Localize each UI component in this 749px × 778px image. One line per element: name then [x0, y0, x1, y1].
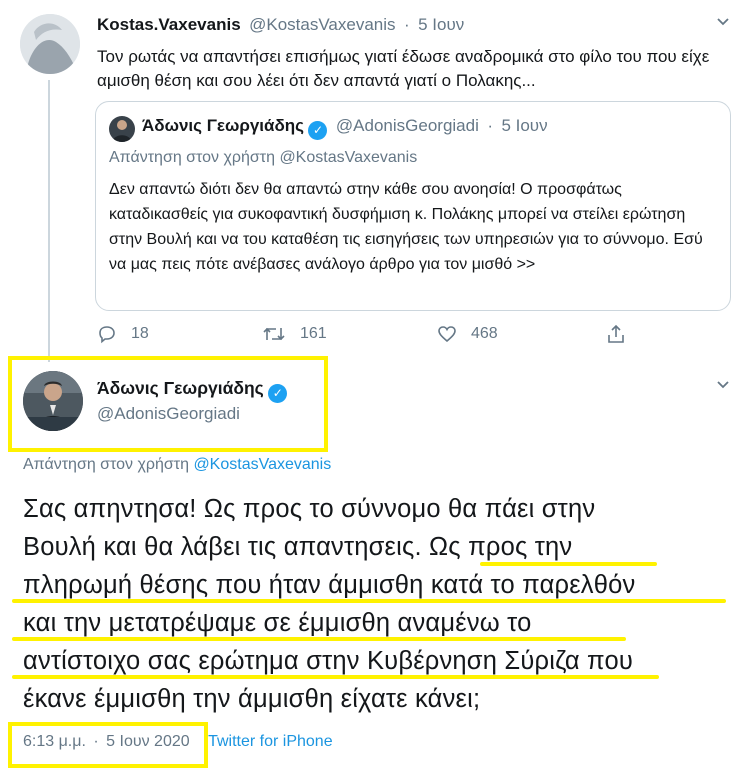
- tweet-text-line: και την μετατρέψαμε σε έμμισθη αναμένω τ…: [23, 609, 532, 637]
- tweet-header: Άδωνις Γεωργιάδης ✓: [97, 378, 288, 403]
- thread-connector: [48, 80, 50, 362]
- like-button[interactable]: 468: [437, 324, 498, 344]
- reply-context: Απάντηση στον χρήστη @KostasVaxevanis: [109, 149, 417, 167]
- tweet-date[interactable]: 5 Ιουν 2020: [106, 733, 189, 750]
- share-button[interactable]: [606, 324, 626, 344]
- chevron-down-icon[interactable]: [714, 12, 732, 35]
- avatar-image: [23, 371, 83, 431]
- author-handle[interactable]: @KostasVaxevanis: [249, 15, 395, 34]
- chevron-down-icon[interactable]: [714, 375, 732, 398]
- share-icon: [608, 324, 624, 343]
- tweet-text-line: αντίστοιχο σας ερώτημα στην Κυβέρνηση Σύ…: [23, 647, 634, 675]
- author-name: Άδωνις Γεωργιάδης: [142, 116, 305, 135]
- tweet-meta: 6:13 μ.μ. · 5 Ιουν 2020 Twitter for iPho…: [23, 733, 333, 751]
- tweet-text-line: Βουλή και θα λάβει τις απαντησεις. Ως πρ…: [23, 533, 573, 561]
- separator: ·: [487, 116, 493, 135]
- tweet-text-line: έκανε έμμισθη την άμμισθη είχατε κάνει;: [23, 685, 481, 713]
- author-handle: @AdonisGeorgiadi: [335, 116, 479, 135]
- reply-count: 18: [131, 325, 149, 342]
- separator: ·: [93, 733, 99, 750]
- tweet-source[interactable]: Twitter for iPhone: [208, 733, 333, 750]
- tweet-text-line: Σας απηντησα! Ως προς το σύννομο θα πάει…: [23, 495, 596, 523]
- reply-to-label: Απάντηση στον χρήστη: [23, 456, 189, 473]
- heart-icon: [438, 326, 456, 343]
- tweet-header: Kostas.Vaxevanis @KostasVaxevanis · 5 Ιο…: [97, 15, 464, 35]
- reply-to-handle[interactable]: @KostasVaxevanis: [193, 456, 331, 473]
- tweet-text: Τον ρωτάς να απαντήσει επισήμως γιατί έδ…: [97, 47, 710, 90]
- avatar-image: [20, 14, 80, 74]
- reply-context: Απάντηση στον χρήστη @KostasVaxevanis: [23, 456, 331, 474]
- tweet-date[interactable]: 5 Ιουν: [418, 15, 464, 34]
- verified-icon: ✓: [268, 384, 288, 403]
- retweet-button[interactable]: 161: [262, 324, 327, 344]
- reply-button[interactable]: 18: [97, 324, 149, 344]
- quoted-tweet-text: Δεν απαντώ διότι δεν θα απαντώ στην κάθε…: [109, 181, 703, 273]
- author-handle[interactable]: @AdonisGeorgiadi: [97, 404, 240, 424]
- author-name[interactable]: Άδωνις Γεωργιάδης: [97, 378, 264, 398]
- tweet-text-line: πληρωμή θέσης που ήταν άμμισθη κατά το π…: [23, 571, 636, 599]
- retweet-count: 161: [300, 325, 327, 342]
- separator: ·: [403, 15, 410, 34]
- author-name[interactable]: Kostas.Vaxevanis: [97, 15, 241, 34]
- quoted-tweet[interactable]: Άδωνις Γεωργιάδης ✓ @AdonisGeorgiadi · 5…: [95, 101, 731, 311]
- avatar[interactable]: [23, 371, 83, 431]
- reply-icon: [99, 326, 115, 344]
- like-count: 468: [471, 325, 498, 342]
- avatar[interactable]: [20, 14, 80, 74]
- reply-to-handle: @KostasVaxevanis: [279, 149, 418, 166]
- retweet-icon: [263, 327, 285, 341]
- quoted-tweet-header: Άδωνις Γεωργιάδης ✓ @AdonisGeorgiadi · 5…: [142, 116, 548, 140]
- avatar: [109, 116, 135, 142]
- tweet-date: 5 Ιουν: [501, 116, 548, 135]
- tweet-text: Σας απηντησα! Ως προς το σύννομο θα πάει…: [23, 490, 733, 718]
- reply-to-label: Απάντηση στον χρήστη: [109, 149, 275, 166]
- verified-icon: ✓: [308, 121, 328, 140]
- tweet-time[interactable]: 6:13 μ.μ.: [23, 733, 86, 750]
